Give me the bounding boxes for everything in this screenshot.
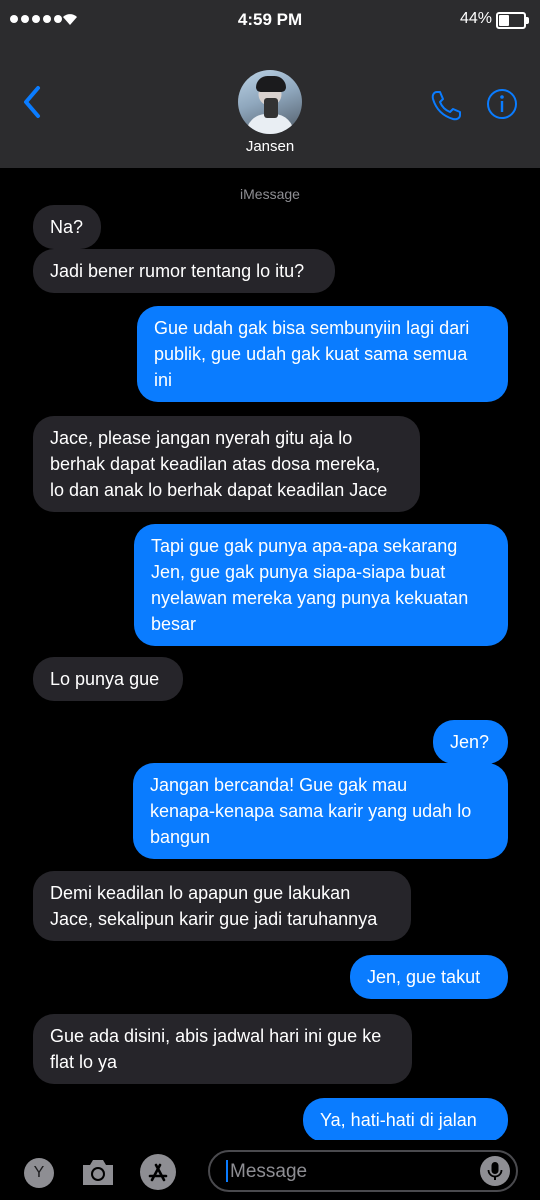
- compose-bar: Y: [0, 1140, 540, 1200]
- text-cursor: [226, 1160, 228, 1182]
- message-bubble-outgoing[interactable]: Ya, hati-hati di jalan: [303, 1098, 508, 1142]
- battery-icon: [496, 12, 529, 29]
- battery-percentage: 44%: [459, 10, 492, 27]
- message-input[interactable]: [228, 1152, 472, 1192]
- contact-name[interactable]: Jansen: [0, 138, 540, 155]
- y-app-icon[interactable]: Y: [24, 1158, 54, 1188]
- message-bubble-incoming[interactable]: Na?: [33, 205, 101, 249]
- message-bubble-outgoing[interactable]: Jen, gue takut: [350, 955, 508, 999]
- message-bubble-incoming[interactable]: Jace, please jangan nyerah gitu aja lo b…: [33, 416, 420, 512]
- camera-icon[interactable]: [80, 1156, 116, 1188]
- service-label: iMessage: [240, 186, 300, 202]
- message-bubble-incoming[interactable]: Jadi bener rumor tentang lo itu?: [33, 249, 335, 293]
- message-bubble-outgoing[interactable]: Tapi gue gak punya apa-apa sekarang Jen,…: [134, 524, 508, 646]
- microphone-icon[interactable]: [480, 1156, 510, 1186]
- app-store-icon[interactable]: [140, 1154, 176, 1190]
- message-input-field[interactable]: [208, 1150, 518, 1192]
- message-bubble-incoming[interactable]: Demi keadilan lo apapun gue lakukan Jace…: [33, 871, 411, 941]
- contact-avatar[interactable]: [238, 70, 302, 134]
- conversation-header: Jansen: [0, 38, 540, 168]
- message-bubble-outgoing[interactable]: Gue udah gak bisa sembunyiin lagi dari p…: [137, 306, 508, 402]
- status-bar: 4:59 PM 44%: [0, 0, 540, 38]
- message-bubble-outgoing[interactable]: Jen?: [433, 720, 508, 764]
- message-bubble-outgoing[interactable]: Jangan bercanda! Gue gak mau kenapa-kena…: [133, 763, 508, 859]
- message-bubble-incoming[interactable]: Gue ada disini, abis jadwal hari ini gue…: [33, 1014, 412, 1084]
- message-bubble-incoming[interactable]: Lo punya gue: [33, 657, 183, 701]
- phone-icon[interactable]: [428, 88, 464, 124]
- back-chevron-icon[interactable]: [18, 82, 48, 122]
- info-icon[interactable]: [486, 88, 518, 120]
